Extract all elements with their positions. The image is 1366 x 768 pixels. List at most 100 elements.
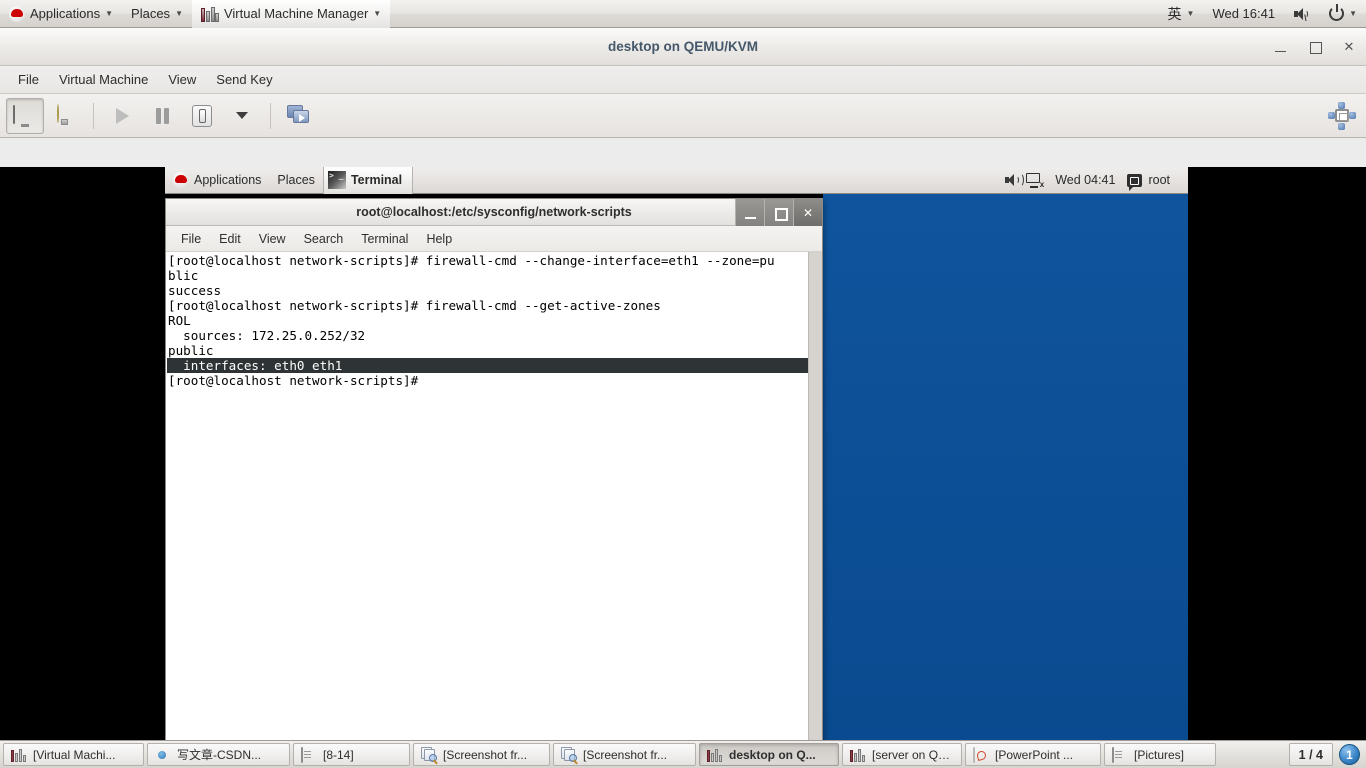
terminal-menu-terminal[interactable]: Terminal: [352, 229, 417, 249]
vmm-icon: [707, 748, 723, 762]
toolbar-separator: [270, 102, 271, 129]
user-status-icon[interactable]: [1127, 173, 1143, 191]
guest-window-task-label: Terminal: [350, 173, 403, 187]
snapshots-button[interactable]: [280, 98, 318, 134]
workspace-indicator: 1 / 4 1: [1288, 743, 1363, 766]
menu-send-key[interactable]: Send Key: [206, 68, 282, 91]
terminal-menu-edit[interactable]: Edit: [210, 229, 250, 249]
taskbar-task-label: [Screenshot fr...: [583, 747, 668, 762]
input-method-label: 英: [1167, 5, 1182, 22]
play-icon: [115, 107, 129, 124]
shutdown-button[interactable]: [183, 98, 221, 134]
workspace-badge[interactable]: 1: [1339, 744, 1360, 765]
terminal-close-button[interactable]: ✕: [793, 199, 822, 226]
network-disconnected-icon[interactable]: x: [1026, 172, 1044, 189]
taskbar-task[interactable]: [Virtual Machi...: [3, 743, 144, 766]
host-places-label: Places: [131, 6, 171, 21]
taskbar-task[interactable]: 写文章-CSDN...: [147, 743, 290, 766]
vmm-titlebar: desktop on QEMU/KVM ✕: [0, 28, 1366, 66]
close-button[interactable]: ✕: [1340, 38, 1358, 56]
taskbar-task-label: [PowerPoint ...: [995, 747, 1074, 762]
volume-muted-icon[interactable]: \: [1284, 0, 1320, 28]
guest-window-task-terminal[interactable]: Terminal: [322, 167, 414, 194]
terminal-icon: [327, 171, 346, 189]
terminal-output[interactable]: [root@localhost network-scripts]# firewa…: [166, 252, 808, 764]
taskbar-task[interactable]: [Screenshot fr...: [413, 743, 550, 766]
terminal-line: ROL: [168, 313, 191, 328]
host-top-panel: Applications ▼ Places ▼ Virtual Machine …: [0, 0, 1366, 28]
maximize-button[interactable]: [1306, 38, 1324, 56]
chevron-down-icon: ▼: [1186, 8, 1195, 18]
vmm-icon: [200, 6, 219, 22]
terminal-menu-help[interactable]: Help: [417, 229, 461, 249]
power-menu[interactable]: ▼: [1320, 0, 1366, 28]
host-status-area: 英 ▼ Wed 16:41 \ ▼: [1159, 0, 1366, 28]
screenshot-icon: [421, 747, 438, 765]
vm-console-display[interactable]: Applications Places Terminal x: [0, 167, 1366, 768]
guest-applications-menu[interactable]: Applications: [165, 167, 269, 194]
taskbar-task[interactable]: desktop on Q...: [699, 743, 839, 766]
host-places-menu[interactable]: Places ▼: [122, 0, 192, 28]
guest-clock[interactable]: Wed 04:41: [1047, 167, 1123, 194]
shutdown-icon: [192, 104, 212, 127]
menu-virtual-machine[interactable]: Virtual Machine: [49, 68, 158, 91]
pause-button[interactable]: [143, 98, 181, 134]
guest-applications-label: Applications: [194, 173, 262, 187]
terminal-menu-search[interactable]: Search: [295, 229, 353, 249]
host-applications-menu[interactable]: Applications ▼: [0, 0, 122, 28]
show-console-button[interactable]: [6, 97, 44, 134]
guest-top-panel: Applications Places Terminal x: [165, 167, 1188, 194]
terminal-line: success: [168, 283, 222, 298]
taskbar-task-label: [Screenshot fr...: [443, 747, 528, 762]
guest-screen: Applications Places Terminal x: [0, 167, 1188, 765]
guest-user-label: root: [1148, 173, 1170, 187]
chevron-down-icon: ▼: [1349, 8, 1357, 18]
taskbar-task[interactable]: [8-14]: [293, 743, 410, 766]
taskbar-task-label: [Pictures]: [1134, 747, 1185, 762]
terminal-scrollbar[interactable]: [808, 252, 822, 764]
terminal-line: [root@localhost network-scripts]#: [168, 373, 419, 388]
taskbar-task-label: 写文章-CSDN...: [177, 748, 262, 762]
page-count-label[interactable]: 1 / 4: [1288, 743, 1333, 766]
taskbar-task-label: [server on QE...: [872, 747, 954, 762]
terminal-maximize-button[interactable]: [764, 199, 793, 226]
redhat-logo-icon: [9, 5, 25, 22]
terminal-menu-file[interactable]: File: [172, 229, 210, 249]
host-active-app-menu[interactable]: Virtual Machine Manager ▼: [191, 0, 391, 28]
taskbar-task-label: desktop on Q...: [729, 747, 816, 762]
guest-user-menu[interactable]: root: [1146, 167, 1178, 194]
guest-desktop-background[interactable]: [823, 194, 1188, 760]
host-active-app-label: Virtual Machine Manager: [223, 6, 369, 21]
terminal-line: blic: [168, 268, 199, 283]
terminal-minimize-button[interactable]: [735, 199, 764, 226]
vmm-icon: [11, 748, 27, 762]
guest-places-menu[interactable]: Places: [269, 167, 323, 194]
pause-icon: [155, 107, 169, 124]
terminal-menu-view[interactable]: View: [250, 229, 295, 249]
input-method-indicator[interactable]: 英 ▼: [1159, 0, 1204, 28]
virt-manager-window: desktop on QEMU/KVM ✕ File Virtual Machi…: [0, 28, 1366, 768]
show-details-button[interactable]: [46, 98, 84, 134]
taskbar-task[interactable]: [PowerPoint ...: [965, 743, 1101, 766]
terminal-menubar: File Edit View Search Terminal Help: [166, 226, 822, 252]
menu-view[interactable]: View: [158, 68, 206, 91]
host-clock[interactable]: Wed 16:41: [1203, 0, 1284, 28]
menu-file[interactable]: File: [8, 68, 49, 91]
taskbar-task-label: [8-14]: [323, 747, 354, 762]
snapshots-icon: [287, 105, 311, 126]
terminal-line: public: [168, 343, 214, 358]
resize-to-vm-icon[interactable]: [1328, 102, 1356, 130]
terminal-line: sources: 172.25.0.252/32: [168, 328, 366, 343]
volume-icon[interactable]: [1004, 173, 1025, 187]
taskbar-task[interactable]: [Pictures]: [1104, 743, 1216, 766]
shutdown-menu-button[interactable]: [223, 98, 261, 134]
host-clock-label: Wed 16:41: [1212, 6, 1276, 21]
run-button[interactable]: [103, 98, 141, 134]
lightbulb-icon: [57, 103, 73, 127]
terminal-window-controls: ✕: [735, 199, 822, 226]
taskbar-task[interactable]: [server on QE...: [842, 743, 962, 766]
files-icon: [1112, 746, 1128, 763]
minimize-button[interactable]: [1272, 38, 1290, 56]
taskbar-task[interactable]: [Screenshot fr...: [553, 743, 696, 766]
terminal-titlebar[interactable]: root@localhost:/etc/sysconfig/network-sc…: [166, 199, 822, 226]
